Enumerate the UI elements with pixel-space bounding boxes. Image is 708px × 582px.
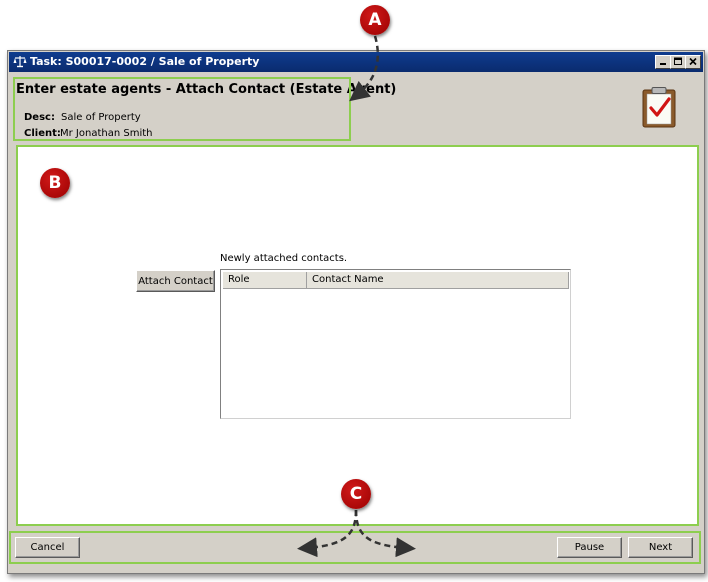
callout-badge-c: C	[341, 479, 371, 509]
callout-badge-b: B	[40, 168, 70, 198]
callout-badge-a: A	[360, 5, 390, 35]
